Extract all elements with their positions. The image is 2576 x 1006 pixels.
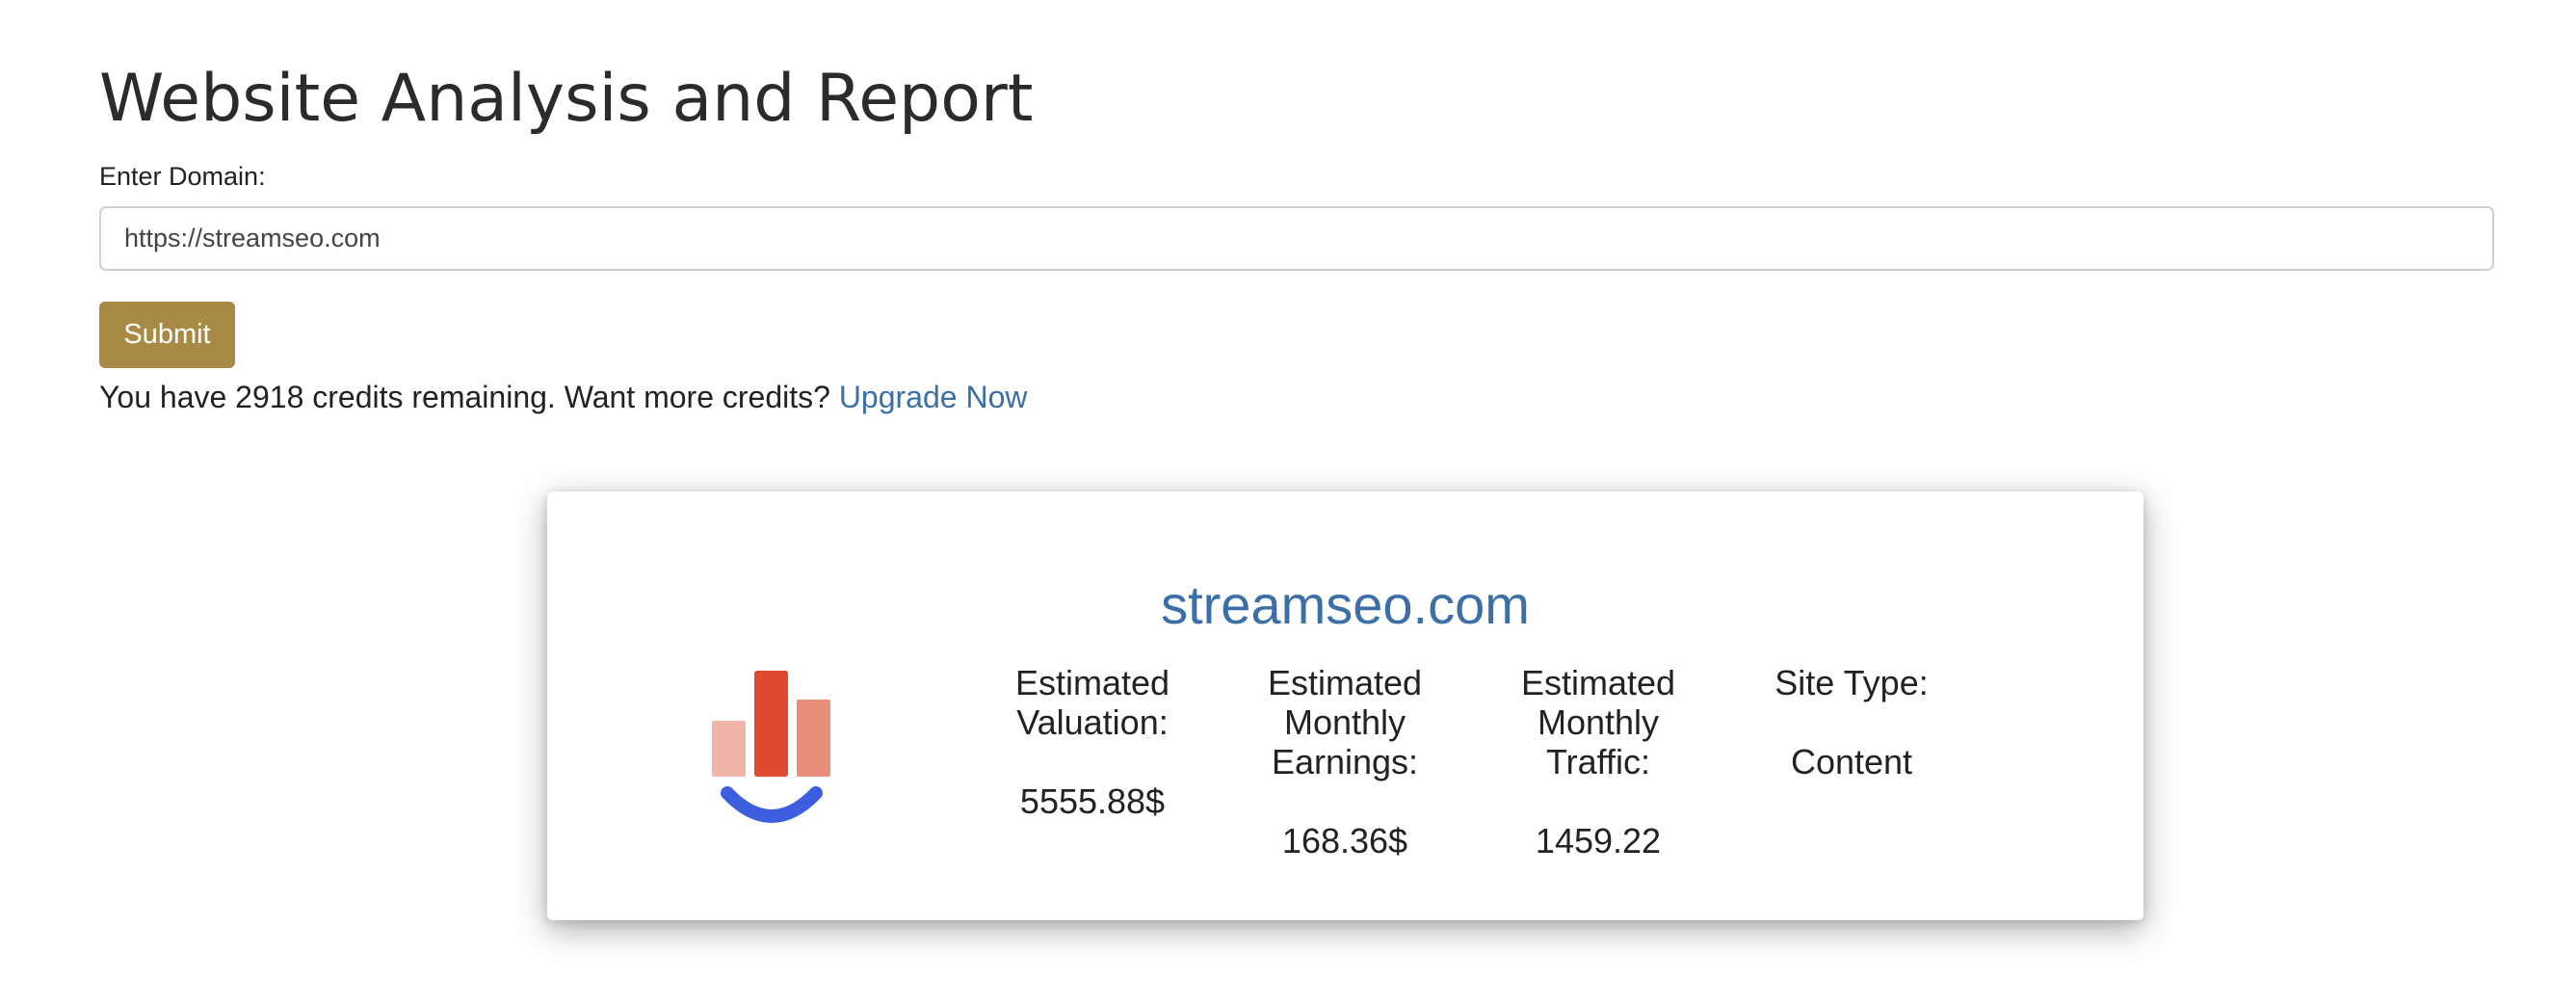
stat-estimated-monthly-earnings: Estimated Monthly Earnings: 168.36$ (1220, 663, 1470, 860)
domain-label: Enter Domain: (99, 162, 266, 191)
stat-estimated-valuation: Estimated Valuation: 5555.88$ (967, 663, 1218, 821)
submit-button[interactable]: Submit (99, 302, 235, 368)
stat-label: Site Type: (1774, 663, 1929, 702)
stat-label: Estimated Monthly Earnings: (1267, 663, 1423, 781)
logo-bar-center (754, 671, 788, 777)
stat-estimated-monthly-traffic: Estimated Monthly Traffic: 1459.22 (1473, 663, 1723, 860)
stat-value: Content (1790, 742, 1913, 781)
logo-smile (721, 786, 823, 823)
page: Website Analysis and Report Enter Domain… (0, 0, 2576, 1006)
page-title: Website Analysis and Report (99, 61, 1034, 137)
logo-bar-right (797, 700, 830, 777)
stat-label: Estimated Monthly Traffic: (1520, 663, 1676, 781)
credits-line: You have 2918 credits remaining. Want mo… (99, 376, 1027, 418)
domain-input[interactable] (99, 206, 2494, 271)
stat-value: 1459.22 (1535, 821, 1662, 860)
credits-message: You have 2918 credits remaining. Want mo… (99, 380, 830, 414)
report-domain: streamseo.com (1161, 574, 1530, 635)
report-card: streamseo.com Estimated Valuation: 5555.… (547, 491, 2143, 920)
stat-label: Estimated Valuation: (1014, 663, 1170, 742)
stat-site-type: Site Type: Content (1726, 663, 1977, 781)
streamseo-logo-icon (709, 661, 840, 834)
stat-value: 5555.88$ (1019, 781, 1166, 821)
logo-bar-left (712, 721, 746, 777)
upgrade-now-link[interactable]: Upgrade Now (839, 380, 1028, 414)
stat-value: 168.36$ (1281, 821, 1408, 860)
